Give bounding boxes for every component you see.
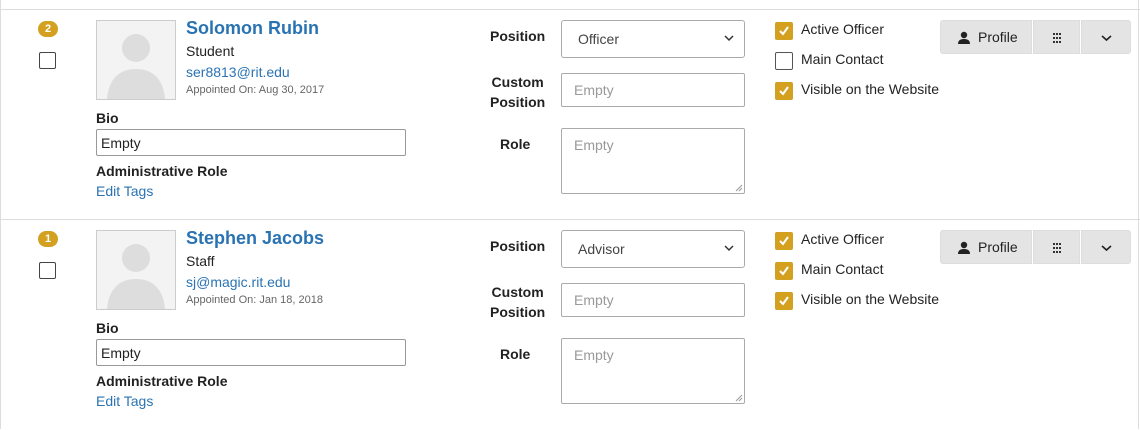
bio-label: Bio xyxy=(96,320,119,336)
chevron-down-icon xyxy=(1101,35,1112,42)
profile-button-label: Profile xyxy=(978,29,1018,45)
role-value: Empty xyxy=(574,347,614,363)
chevron-down-icon xyxy=(1101,245,1112,252)
checkmark-icon xyxy=(779,86,789,96)
checkmark-icon xyxy=(779,266,789,276)
custom-label-line: Custom xyxy=(491,74,544,90)
visible-on-website-label: Visible on the Website xyxy=(801,291,940,307)
visible-on-website-label: Visible on the Website xyxy=(801,81,940,97)
person-icon xyxy=(958,241,970,254)
resize-grip-icon[interactable] xyxy=(735,394,743,402)
main-contact-checkbox[interactable] xyxy=(775,52,793,70)
visible-on-website-checkbox[interactable] xyxy=(775,292,793,310)
bio-field[interactable]: Empty xyxy=(96,339,406,366)
order-badge: 1 xyxy=(38,231,58,247)
main-contact-label: Main Contact xyxy=(801,51,884,67)
bio-label: Bio xyxy=(96,110,119,126)
member-type: Student xyxy=(186,43,235,59)
person-icon xyxy=(958,31,970,44)
member-row: 1 Stephen Jacobs Staff sj@magic.rit.edu … xyxy=(0,219,1140,430)
administrative-role-label: Administrative Role xyxy=(96,373,228,389)
member-actions: Profile xyxy=(940,20,1131,54)
checkmark-icon xyxy=(779,236,789,246)
edit-tags-link[interactable]: Edit Tags xyxy=(96,183,153,199)
custom-label-line: Custom xyxy=(491,284,544,300)
visible-on-website-checkbox[interactable] xyxy=(775,82,793,100)
active-officer-checkbox[interactable] xyxy=(775,232,793,250)
position-select-value: Officer xyxy=(578,31,619,47)
main-contact-checkbox[interactable] xyxy=(775,262,793,280)
select-member-checkbox[interactable] xyxy=(39,52,56,69)
member-row: 2 Solomon Rubin Student ser8813@rit.edu … xyxy=(0,10,1140,220)
checkmark-icon xyxy=(779,296,789,306)
grid-icon xyxy=(1053,33,1061,43)
grid-icon xyxy=(1053,243,1061,253)
avatar-placeholder-icon xyxy=(107,244,165,309)
role-textarea[interactable]: Empty xyxy=(561,338,745,404)
member-actions: Profile xyxy=(940,230,1131,264)
avatar-placeholder-icon xyxy=(107,34,165,99)
active-officer-label: Active Officer xyxy=(801,231,884,247)
custom-position-input[interactable]: Empty xyxy=(561,73,745,107)
role-textarea[interactable]: Empty xyxy=(561,128,745,194)
bio-field[interactable]: Empty xyxy=(96,129,406,156)
active-officer-label: Active Officer xyxy=(801,21,884,37)
order-badge: 2 xyxy=(38,21,58,37)
profile-button[interactable]: Profile xyxy=(940,20,1032,54)
position-select[interactable]: Advisor xyxy=(561,230,745,268)
position-label-line: Position xyxy=(490,94,546,110)
custom-position-label: Custom Position xyxy=(490,282,545,322)
checkmark-icon xyxy=(779,26,789,36)
position-select[interactable]: Officer xyxy=(561,20,745,58)
select-member-checkbox[interactable] xyxy=(39,262,56,279)
avatar xyxy=(96,20,176,100)
member-name-link[interactable]: Solomon Rubin xyxy=(186,18,319,39)
role-label: Role xyxy=(500,346,531,362)
member-name-link[interactable]: Stephen Jacobs xyxy=(186,228,324,249)
role-label: Role xyxy=(500,136,531,152)
appointed-date: Appointed On: Aug 30, 2017 xyxy=(186,84,325,96)
drag-handle-button[interactable] xyxy=(1033,20,1080,54)
member-email-link[interactable]: sj@magic.rit.edu xyxy=(186,274,290,290)
drag-handle-button[interactable] xyxy=(1033,230,1080,264)
custom-position-label: Custom Position xyxy=(490,72,545,112)
member-type: Staff xyxy=(186,253,215,269)
position-label: Position xyxy=(490,238,546,254)
role-value: Empty xyxy=(574,137,614,153)
administrative-role-label: Administrative Role xyxy=(96,163,228,179)
profile-button[interactable]: Profile xyxy=(940,230,1032,264)
chevron-down-icon xyxy=(724,245,734,252)
avatar xyxy=(96,230,176,310)
active-officer-checkbox[interactable] xyxy=(775,22,793,40)
chevron-down-icon xyxy=(724,35,734,42)
custom-position-input[interactable]: Empty xyxy=(561,283,745,317)
more-options-button[interactable] xyxy=(1081,20,1131,54)
position-label-line: Position xyxy=(490,304,546,320)
main-contact-label: Main Contact xyxy=(801,261,884,277)
appointed-date: Appointed On: Jan 18, 2018 xyxy=(186,294,323,306)
position-label: Position xyxy=(490,28,546,44)
profile-button-label: Profile xyxy=(978,239,1018,255)
more-options-button[interactable] xyxy=(1081,230,1131,264)
member-email-link[interactable]: ser8813@rit.edu xyxy=(186,64,290,80)
edit-tags-link[interactable]: Edit Tags xyxy=(96,393,153,409)
resize-grip-icon[interactable] xyxy=(735,184,743,192)
position-select-value: Advisor xyxy=(578,241,625,257)
